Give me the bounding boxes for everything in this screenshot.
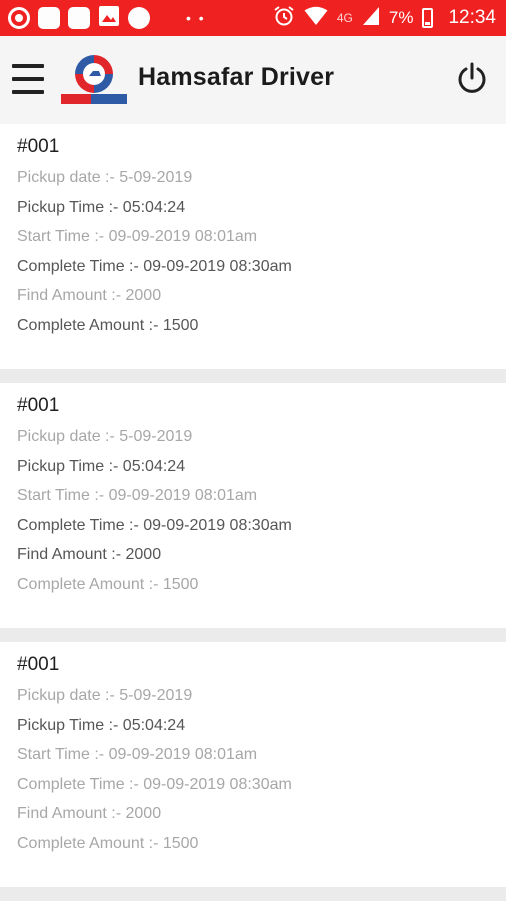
find-amount: Find Amount :- 2000 [17, 287, 162, 305]
battery-percent: 7% [388, 8, 414, 27]
ride-id: #001 [17, 136, 60, 157]
app-title: Hamsafar Driver [138, 63, 335, 91]
complete-time: Complete Time :- 09-09-2019 08:30am [17, 775, 292, 793]
app-logo [60, 50, 128, 106]
ride-id: #001 [17, 395, 60, 416]
ride-list: #001 Pickup date :- 5-09-2019 Pickup Tim… [0, 124, 506, 901]
status-bar: • • 4G 7% 12:34 [0, 0, 506, 36]
app-icon [38, 7, 60, 29]
start-time: Start Time :- 09-09-2019 08:01am [17, 487, 258, 505]
start-time: Start Time :- 09-09-2019 08:01am [17, 746, 258, 764]
app-icon [68, 7, 90, 29]
complete-time: Complete Time :- 09-09-2019 08:30am [17, 516, 292, 534]
complete-amount: Complete Amount :- 1500 [17, 575, 199, 593]
power-icon[interactable] [456, 61, 488, 95]
find-amount: Find Amount :- 2000 [17, 805, 162, 823]
complete-amount: Complete Amount :- 1500 [17, 834, 199, 852]
pickup-date: Pickup date :- 5-09-2019 [17, 428, 193, 445]
pickup-date: Pickup date :- 5-09-2019 [17, 169, 193, 186]
signal-icon [362, 6, 380, 31]
ride-card[interactable]: #001 Pickup date :- 5-09-2019 Pickup Tim… [0, 642, 506, 887]
ride-card[interactable]: #001 Pickup date :- 5-09-2019 Pickup Tim… [0, 124, 506, 369]
battery-icon [422, 8, 434, 28]
wifi-icon [304, 6, 328, 31]
hamburger-icon[interactable] [12, 64, 44, 94]
pickup-date: Pickup date :- 5-09-2019 [17, 687, 193, 704]
whatsapp-icon [8, 7, 30, 29]
pickup-time: Pickup Time :- 05:04:24 [17, 716, 186, 734]
ride-id: #001 [17, 654, 60, 675]
app-bar: Hamsafar Driver [0, 36, 506, 124]
clock: 12:34 [448, 7, 496, 28]
ride-card[interactable]: #001 Pickup date :- 5-09-2019 Pickup Tim… [0, 383, 506, 628]
image-icon [98, 5, 120, 32]
network-type: 4G [336, 11, 353, 25]
find-amount: Find Amount :- 2000 [17, 546, 162, 564]
complete-time: Complete Time :- 09-09-2019 08:30am [17, 257, 292, 275]
circle-icon [128, 7, 150, 29]
pickup-time: Pickup Time :- 05:04:24 [17, 457, 186, 475]
complete-amount: Complete Amount :- 1500 [17, 316, 199, 334]
start-time: Start Time :- 09-09-2019 08:01am [17, 228, 258, 246]
pickup-time: Pickup Time :- 05:04:24 [17, 198, 186, 216]
more-notifications-icon: • • [186, 10, 206, 26]
alarm-icon [273, 5, 295, 32]
